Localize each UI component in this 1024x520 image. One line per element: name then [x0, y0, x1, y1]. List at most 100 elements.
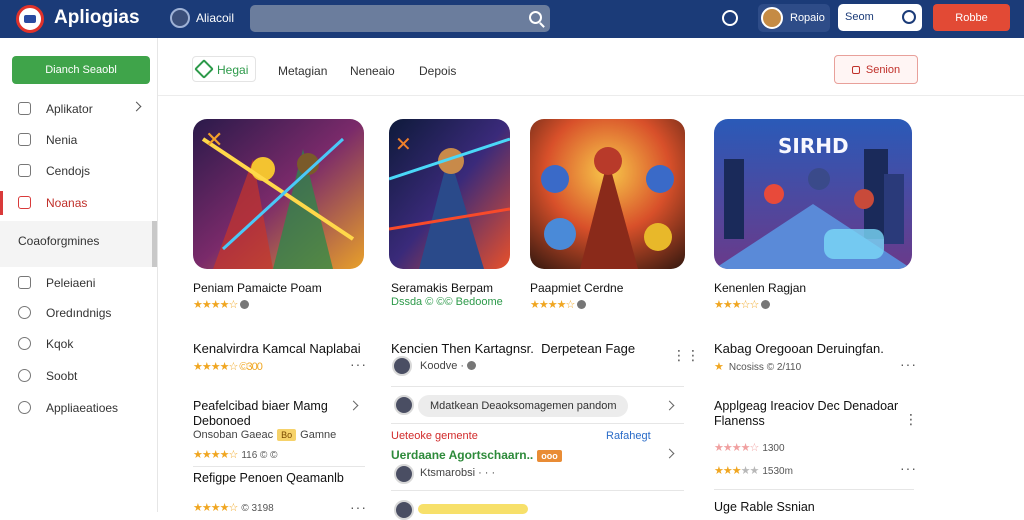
theme-toggle[interactable]: Seom [838, 4, 922, 31]
list-item-title[interactable]: Kabag Oregooan Deruingfan. [714, 341, 884, 356]
list-item-title[interactable]: Uerdaane Agortschaarn.. ooo [391, 448, 562, 462]
game-card-image-4[interactable]: SIRHD [714, 119, 912, 269]
avatar[interactable] [394, 500, 414, 520]
seed-button[interactable]: Senion [834, 55, 918, 84]
chevron-right-icon [131, 101, 142, 112]
search-input[interactable] [258, 9, 518, 28]
more-options-icon[interactable]: ··· [350, 356, 367, 372]
tab-depois[interactable]: Depois [419, 64, 456, 78]
sidebar-item-cendojs[interactable]: Cendojs [0, 157, 156, 185]
search-box[interactable] [250, 5, 550, 32]
user-avatar[interactable] [170, 8, 190, 28]
alert-label: Ueteoke gemente [391, 430, 478, 442]
sidebar-item-label: Cendojs [46, 164, 91, 178]
globe-icon [577, 300, 587, 309]
sidebar: Dianch Seaobl Aplikator Nenia Cendojs No… [0, 38, 158, 512]
hexagon-icon [194, 59, 214, 79]
controller-icon [18, 164, 31, 177]
list-item-title[interactable]: Kencien Then Kartagnsr. Derpetean Fage [391, 341, 635, 356]
login-button[interactable]: Robbe [933, 4, 1010, 31]
svg-text:SIRHD: SIRHD [778, 134, 849, 158]
rating-meta: © 3198 [241, 503, 274, 514]
list-item-title-text: Kencien Then Kartagnsr. [391, 341, 534, 356]
sidebar-item-label: Soobt [46, 369, 78, 383]
rating-meta: 1300 [762, 443, 785, 454]
list-item-meta: Koodve · [420, 360, 477, 372]
list-item-title[interactable]: Refigpe Penoen Qeamanlb [193, 471, 344, 485]
sidebar-item-label: Oredındnigs [46, 306, 112, 320]
sidebar-item-label: Kqok [46, 337, 74, 351]
rating-stars-text: ★★★★☆ [530, 299, 575, 311]
sidebar-item-nenia[interactable]: Nenia [0, 126, 156, 154]
sidebar-item-label: Appliaeatioes [46, 401, 119, 415]
tab-neneaio[interactable]: Neneaio [350, 64, 395, 78]
tab-metagian[interactable]: Metagian [278, 64, 327, 78]
sidebar-item-soobt[interactable]: Soobt [0, 362, 156, 390]
game-card-title-1[interactable]: Peniam Pamaicte Poam [193, 281, 322, 295]
more-options-icon[interactable]: ··· [900, 356, 917, 372]
app-title: Apliogias [54, 7, 140, 28]
profile-avatar [761, 7, 783, 29]
lock-icon [851, 65, 860, 74]
toggle-label: Seom [845, 11, 874, 23]
sidebar-item-label: Aplikator [46, 102, 93, 116]
sidebar-item-peleiaeni[interactable]: Peleiaeni [0, 269, 156, 297]
list-item-rating: ★★★★☆ © 3198 [193, 501, 274, 514]
game-card-subtitle-2: Dssda © ©© Bedoome [391, 296, 503, 308]
game-art-city-icon: SIRHD [714, 119, 912, 269]
game-card-title-4[interactable]: Kenenlen Ragjan [714, 281, 806, 295]
search-icon[interactable] [529, 11, 542, 24]
sidebar-item-applications[interactable]: Appliaeatioes [0, 394, 156, 422]
image-icon [18, 276, 31, 289]
document-icon [18, 133, 31, 146]
link-label[interactable]: Rafahegt [606, 430, 651, 442]
game-card-title-2[interactable]: Seramakis Berpam [391, 281, 493, 295]
list-item-rating: ★★★★☆ 1300 [714, 441, 785, 454]
circle-icon [18, 337, 31, 350]
sidebar-item-ordinations[interactable]: Oredındnigs [0, 299, 156, 327]
notification-icon[interactable] [722, 10, 738, 26]
game-card-image-3[interactable] [530, 119, 685, 269]
chevron-right-icon[interactable] [348, 400, 359, 411]
chip-pill[interactable]: Mdatkean Deaoksomagemen pandom [418, 395, 628, 417]
list-item-rating: ★ Ncosiss © 2/110 [714, 361, 802, 373]
profile-menu[interactable]: Ropaio [758, 4, 830, 32]
more-options-icon[interactable]: ··· [900, 460, 917, 476]
more-vertical-icon[interactable]: ⋮⋮ [672, 348, 700, 362]
primary-action-button[interactable]: Dianch Seaobl [12, 56, 150, 84]
avatar[interactable] [394, 464, 414, 484]
sidebar-scrollbar[interactable] [152, 221, 157, 267]
rating-stars-text: ★★★★☆ [714, 442, 759, 454]
chevron-right-icon[interactable] [664, 448, 675, 459]
list-item-title-b: Derpetean Fage [541, 341, 636, 356]
game-card-image-2[interactable]: ✕ [389, 119, 510, 269]
rating-stars-4: ★★★☆☆ [714, 298, 771, 311]
rating-stars-text: ★★★★☆ [193, 299, 238, 311]
top-bar: Apliogias Aliacoil Ropaio Seom Robbe [0, 0, 1024, 38]
list-item-meta: Ktsmarobsi · · · [420, 467, 496, 479]
list-item-title[interactable]: Applgeag Ireaciov Dec Denadoar [714, 399, 898, 413]
sidebar-item-noanas[interactable]: Noanas [0, 189, 156, 217]
sidebar-item-apps[interactable]: Aplikator [0, 95, 156, 123]
sidebar-item-kqok[interactable]: Kqok [0, 330, 156, 358]
svg-text:✕: ✕ [205, 128, 223, 153]
list-divider [391, 423, 684, 424]
more-options-icon[interactable]: ··· [350, 499, 367, 515]
list-item-title[interactable]: Kenalvirdra Kamcal Naplabai [193, 341, 361, 356]
game-card-image-1[interactable]: ✕ [193, 119, 364, 269]
app-logo-icon[interactable] [16, 5, 44, 33]
list-item-title[interactable]: Peafelcibad biaer Mamg [193, 399, 328, 413]
more-vertical-icon[interactable]: ⋮ [904, 412, 918, 426]
avatar[interactable] [392, 356, 412, 376]
game-card-title-3[interactable]: Paapmiet Cerdne [530, 281, 623, 295]
profile-name: Ropaio [790, 12, 825, 24]
globe-icon [467, 361, 477, 370]
chevron-right-icon[interactable] [664, 400, 675, 411]
game-art-heroes-icon: ✕ [193, 119, 364, 269]
svg-text:✕: ✕ [395, 132, 412, 156]
toggle-knob-icon [902, 10, 916, 24]
tab-label: Hegai [217, 63, 249, 77]
list-item-subtitle-tail: Gamne [300, 429, 337, 441]
avatar[interactable] [394, 395, 414, 415]
tab-hegai[interactable]: Hegai [192, 56, 256, 82]
